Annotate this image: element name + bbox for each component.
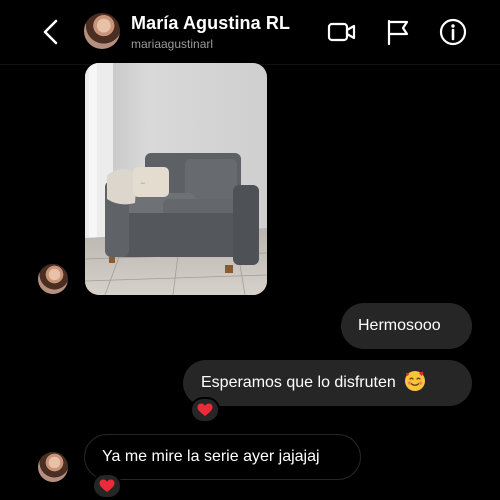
video-camera-icon bbox=[327, 22, 356, 42]
chevron-left-icon bbox=[43, 19, 58, 45]
info-button[interactable] bbox=[438, 17, 468, 47]
svg-text:~: ~ bbox=[141, 180, 145, 188]
sender-avatar[interactable] bbox=[38, 452, 68, 482]
contact-avatar[interactable] bbox=[84, 13, 120, 49]
contact-username[interactable]: mariaagustinarl bbox=[131, 37, 213, 51]
heart-icon bbox=[99, 479, 115, 492]
sofa-photo: ~ bbox=[85, 63, 267, 295]
contact-name[interactable]: María Agustina RL bbox=[131, 13, 290, 34]
message-bubble-outgoing[interactable]: Esperamos que lo disfruten bbox=[183, 360, 472, 406]
message-bubble-incoming[interactable]: Ya me mire la serie ayer jajajaj bbox=[84, 434, 361, 480]
message-bubble-outgoing[interactable]: Hermosooo bbox=[341, 303, 472, 349]
message-text: Hermosooo bbox=[358, 317, 441, 334]
video-call-button[interactable] bbox=[327, 17, 357, 47]
chat-header: María Agustina RL mariaagustinarl bbox=[0, 0, 500, 64]
photo-message[interactable]: ~ bbox=[85, 63, 267, 295]
message-reaction[interactable] bbox=[190, 397, 220, 423]
message-text: Ya me mire la serie ayer jajajaj bbox=[102, 448, 320, 465]
flag-icon bbox=[387, 19, 409, 46]
sender-avatar[interactable] bbox=[38, 264, 68, 294]
message-reaction[interactable] bbox=[92, 473, 122, 499]
smiling-face-with-hearts-icon bbox=[405, 370, 426, 391]
message-text: Esperamos que lo disfruten bbox=[201, 374, 396, 391]
heart-icon bbox=[197, 403, 213, 416]
back-button[interactable] bbox=[38, 16, 66, 48]
report-button[interactable] bbox=[383, 17, 413, 47]
info-icon bbox=[439, 18, 467, 46]
